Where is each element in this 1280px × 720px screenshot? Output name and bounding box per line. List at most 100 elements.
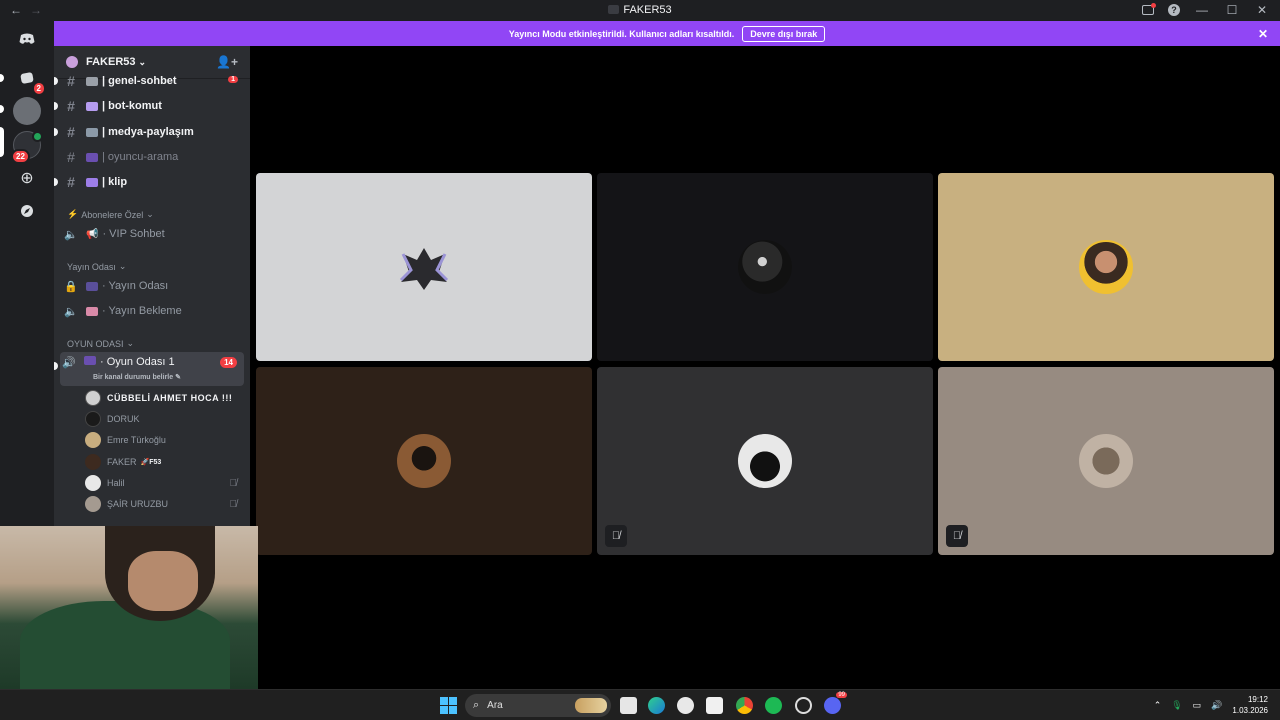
channel-klip[interactable]: # | klip [54, 171, 244, 193]
category-oyun-odasi[interactable]: OYUN ODASI ⌄ [67, 338, 134, 349]
search-placeholder: Ara [487, 700, 503, 711]
lock-icon: 🔒 [64, 280, 78, 293]
disable-streamer-mode-button[interactable]: Devre dışı bırak [742, 25, 826, 42]
server-avatar-1[interactable] [13, 97, 41, 125]
participant-tile[interactable] [597, 173, 933, 361]
display-icon[interactable]: ▭ [1193, 700, 1202, 711]
unread-pill [0, 105, 4, 113]
channel-label: · Oyun Odası 1 [100, 356, 175, 368]
chevron-up-icon[interactable]: ⌃ [1154, 700, 1162, 711]
channel-yayin-bekleme[interactable]: 🔈 · Yayın Bekleme [62, 300, 244, 322]
hash-icon: # [67, 73, 75, 89]
channel-oyuncu-arama[interactable]: # | oyuncu-arama [62, 146, 244, 168]
channel-yayin-odasi[interactable]: 🔒 · Yayın Odası [62, 275, 244, 297]
spotify-icon[interactable] [765, 697, 782, 714]
server-icon [608, 5, 620, 14]
participant-tile[interactable]: 🎙̸ [597, 367, 933, 555]
voice-member[interactable]: FAKER 🚀F53 [85, 453, 240, 471]
avatar [85, 496, 101, 512]
selected-pill [0, 127, 4, 157]
participant-tile[interactable] [256, 173, 592, 361]
chevron-down-icon: ⌄ [146, 209, 154, 219]
windows-start-icon[interactable] [440, 697, 457, 714]
channel-label: | klip [102, 176, 128, 188]
dm-badge: 2 [31, 81, 46, 96]
discord-taskbar-icon[interactable]: 99 [824, 692, 847, 714]
search-highlight-image [575, 698, 607, 713]
minimize-button[interactable]: — [1194, 3, 1210, 17]
media-player-icon[interactable] [677, 697, 694, 714]
volume-icon[interactable]: 🔊 [1211, 700, 1222, 711]
system-tray: ⌃ 🎙 ▭ 🔊 19:12 1.03.2026 [1154, 694, 1268, 716]
channel-emoji [86, 306, 98, 316]
avatar [738, 434, 792, 488]
channel-bot-komut[interactable]: # | bot-komut [54, 95, 244, 117]
window-title: FAKER53 [0, 4, 1280, 16]
avatar [397, 434, 451, 488]
dm-icon[interactable]: 2 [13, 64, 46, 96]
inbox-icon[interactable] [1142, 3, 1156, 15]
mic-muted-icon: 🎙̸ [229, 498, 238, 510]
app-icon[interactable] [795, 697, 812, 714]
channel-emoji [86, 127, 98, 137]
edge-icon[interactable] [648, 697, 665, 714]
channel-label: · Yayın Bekleme [102, 305, 182, 317]
banner-close-icon[interactable]: ✕ [1258, 27, 1268, 41]
category-abonelere-ozel[interactable]: ⚡ Abonelere Özel ⌄ [67, 209, 154, 220]
channel-emoji [84, 356, 96, 365]
clock[interactable]: 19:12 1.03.2026 [1232, 694, 1268, 716]
add-server-icon[interactable]: ⊕ [13, 164, 41, 192]
chevron-down-icon: ⌄ [126, 338, 135, 348]
server-avatar-faker53[interactable]: 22 [11, 131, 43, 164]
avatar [1079, 434, 1133, 488]
streamer-mode-banner: Yayıncı Modu etkinleştirildi. Kullanıcı … [54, 21, 1280, 46]
status-prompt-text: Bir kanal durumu belirle [93, 374, 174, 381]
voice-member[interactable]: Halil 🎙̸ [85, 474, 240, 492]
channel-medya-paylasim[interactable]: # | medya-paylaşım [54, 121, 244, 143]
taskbar-search[interactable]: ⌕ Ara [465, 694, 611, 717]
unread-pill [0, 74, 4, 82]
maximize-button[interactable]: ☐ [1224, 3, 1240, 17]
channel-vip-sohbet[interactable]: 🔈 📢 · VIP Sohbet [62, 223, 244, 245]
speaker-icon: 🔈 [64, 228, 78, 241]
voice-member[interactable]: CÜBBELİ AHMET HOCA !!! [85, 389, 240, 407]
mic-muted-icon: 🎙̸ [946, 525, 968, 547]
mic-muted-icon: 🎙̸ [229, 477, 238, 489]
invite-people-icon[interactable]: 👤+ [216, 55, 238, 69]
channel-label: | genel-sohbet [102, 75, 177, 87]
voice-member[interactable]: DORUK [85, 410, 240, 428]
server-tag: 🚀F53 [141, 458, 162, 466]
channel-emoji [86, 101, 98, 111]
store-icon[interactable] [706, 697, 723, 714]
participant-tile[interactable] [938, 173, 1274, 361]
participant-tile[interactable]: 🎙̸ [938, 367, 1274, 555]
member-name: Emre Türkoğlu [107, 435, 166, 445]
avatar [85, 411, 101, 427]
channel-label: | oyuncu-arama [102, 151, 179, 163]
channel-genel-sohbet[interactable]: # | genel-sohbet 1 [54, 70, 244, 92]
avatar [85, 390, 101, 406]
category-yayin-odasi[interactable]: Yayın Odası ⌄ [67, 261, 126, 272]
channel-status-prompt[interactable]: Bir kanal durumu belirle ✎ [93, 373, 181, 381]
channel-oyun-odasi-1[interactable]: 🔊 · Oyun Odası 1 14 Bir kanal durumu bel… [54, 352, 244, 386]
close-window-button[interactable]: ✕ [1254, 3, 1270, 17]
discord-home-icon[interactable] [13, 25, 41, 53]
hash-icon: # [67, 149, 75, 165]
member-name: ŞAİR URUZBU [107, 499, 169, 509]
task-view-icon[interactable] [620, 697, 637, 714]
microphone-icon[interactable]: 🎙 [1171, 700, 1182, 711]
clock-time: 19:12 [1247, 695, 1268, 704]
discover-icon[interactable] [13, 197, 41, 225]
webcam-face [128, 551, 198, 611]
avatar [85, 454, 101, 470]
server-badge: 22 [11, 149, 30, 164]
speaker-icon: 🔈 [64, 305, 78, 318]
member-name: DORUK [107, 414, 140, 424]
webcam-body [20, 601, 230, 689]
participant-tile[interactable] [256, 367, 592, 555]
voice-member[interactable]: ŞAİR URUZBU 🎙̸ [85, 495, 240, 513]
help-icon[interactable]: ? [1168, 4, 1180, 16]
channel-label: · VIP Sohbet [102, 228, 165, 240]
voice-member[interactable]: Emre Türkoğlu [85, 431, 240, 449]
chrome-icon[interactable] [736, 697, 753, 714]
